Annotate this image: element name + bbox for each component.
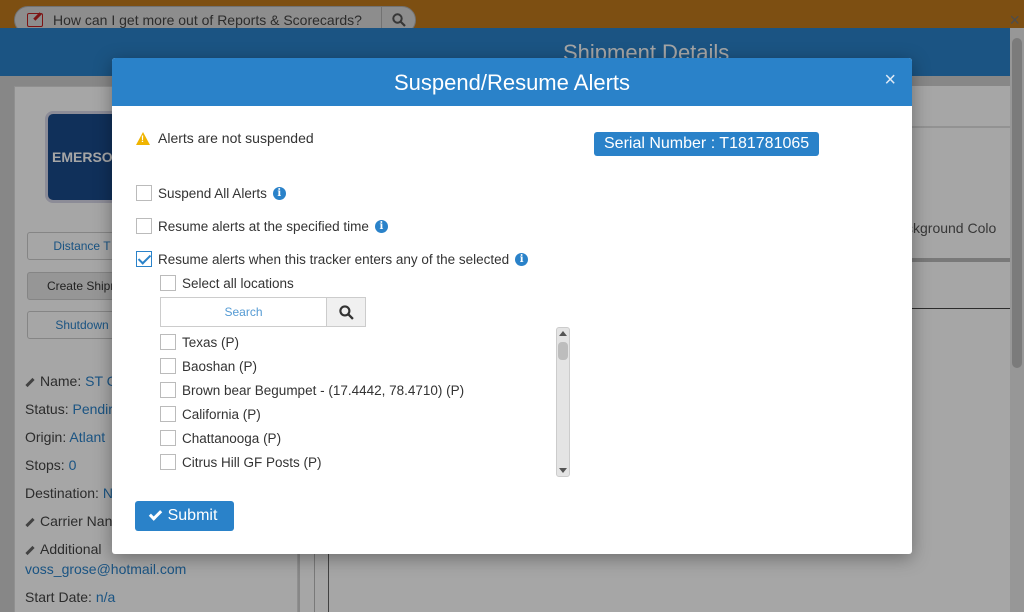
list-item[interactable]: Citrus Hill GF Posts (P) (160, 450, 570, 474)
submit-label: Submit (167, 507, 218, 524)
list-item[interactable]: Texas (P) (160, 330, 570, 354)
select-all-checkbox[interactable] (160, 275, 176, 291)
select-all-label: Select all locations (182, 275, 294, 291)
info-icon[interactable]: i (272, 186, 286, 200)
resume-on-location-checkbox[interactable] (136, 251, 152, 267)
resume-at-time-checkbox[interactable] (136, 218, 152, 234)
list-item[interactable]: Baoshan (P) (160, 354, 570, 378)
location-checkbox[interactable] (160, 358, 176, 374)
alert-status-text: Alerts are not suspended (158, 130, 314, 146)
search-icon (338, 304, 354, 320)
check-icon (148, 507, 162, 521)
location-checkbox[interactable] (160, 430, 176, 446)
list-item[interactable]: Brown bear Begumpet - (17.4442, 78.4710)… (160, 378, 570, 402)
list-item[interactable]: Chattanooga (P) (160, 426, 570, 450)
alert-status: ! Alerts are not suspended (136, 130, 314, 146)
scroll-down-icon[interactable] (559, 468, 567, 473)
location-checkbox[interactable] (160, 454, 176, 470)
location-checkbox[interactable] (160, 406, 176, 422)
location-checkbox[interactable] (160, 334, 176, 350)
warning-icon: ! (136, 131, 150, 145)
dialog-header: Suspend/Resume Alerts × (112, 58, 912, 106)
option-label: Suspend All Alerts (158, 185, 267, 201)
list-item[interactable]: California (P) (160, 402, 570, 426)
info-icon[interactable]: i (374, 219, 388, 233)
location-checkbox[interactable] (160, 382, 176, 398)
suspend-all-option[interactable]: Suspend All Alerts i (136, 185, 286, 201)
scrollbar-thumb[interactable] (558, 342, 568, 360)
dialog-title: Suspend/Resume Alerts (393, 70, 631, 95)
location-search-button[interactable] (326, 297, 366, 327)
suspend-all-checkbox[interactable] (136, 185, 152, 201)
option-label: Resume alerts when this tracker enters a… (158, 251, 510, 267)
scroll-up-icon[interactable] (559, 331, 567, 336)
suspend-resume-dialog: Suspend/Resume Alerts × ! Alerts are not… (112, 58, 912, 554)
dialog-close-button[interactable]: × (884, 69, 896, 92)
resume-at-time-option[interactable]: Resume alerts at the specified time i (136, 218, 388, 234)
serial-number-badge: Serial Number : T181781065 (594, 132, 820, 156)
location-search-input[interactable] (160, 297, 326, 327)
location-list-scrollbar[interactable] (556, 327, 570, 477)
info-icon[interactable]: i (515, 252, 529, 266)
select-all-locations[interactable]: Select all locations (160, 275, 294, 291)
option-label: Resume alerts at the specified time (158, 218, 369, 234)
submit-button[interactable]: Submit (135, 501, 234, 531)
resume-on-location-option[interactable]: Resume alerts when this tracker enters a… (136, 251, 529, 267)
location-search (160, 297, 366, 327)
location-list: Texas (P) Baoshan (P) Brown bear Begumpe… (160, 330, 570, 476)
